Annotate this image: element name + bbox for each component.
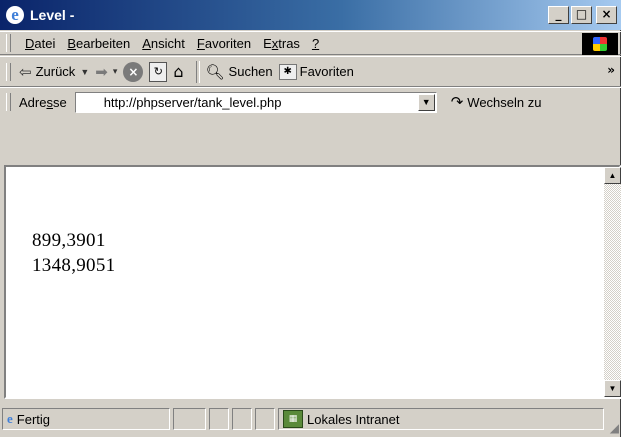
search-label: Suchen xyxy=(228,64,273,79)
address-label: Adresse xyxy=(19,94,67,110)
ie-page-icon: e xyxy=(7,411,13,426)
favorites-label: Favoriten xyxy=(299,64,354,79)
menu-grip[interactable] xyxy=(6,34,11,52)
level-value-1: 899,3901 xyxy=(32,230,106,251)
windows-logo-icon xyxy=(582,33,618,55)
menu-bearbeiten[interactable]: Bearbeiten xyxy=(61,36,136,51)
toolbar-separator xyxy=(195,60,200,83)
refresh-button[interactable]: ↻ xyxy=(149,61,168,82)
home-icon: ⌂ xyxy=(173,62,184,81)
vertical-scrollbar[interactable]: ▲ ▼ xyxy=(604,167,621,397)
stop-icon: × xyxy=(123,61,144,82)
minimize-button[interactable]: _ xyxy=(548,6,569,24)
status-cell-2 xyxy=(209,408,229,430)
go-label: Wechseln zu xyxy=(467,94,542,110)
stop-button[interactable]: × xyxy=(123,61,144,82)
menu-favoriten[interactable]: Favoriten xyxy=(191,36,257,51)
level-value-2: 1348,9051 xyxy=(32,255,116,276)
menu-ansicht[interactable]: Ansicht xyxy=(136,36,191,51)
address-dropdown-button[interactable]: ▼ xyxy=(417,93,435,111)
intranet-icon: ▦ xyxy=(283,410,303,428)
menu-help[interactable]: ? xyxy=(306,36,325,51)
scroll-up-button[interactable]: ▲ xyxy=(604,167,621,184)
status-cell-1 xyxy=(173,408,206,430)
back-dropdown-icon[interactable]: ▼ xyxy=(80,67,89,77)
page-content xyxy=(6,167,604,397)
search-icon: 🔍︎ xyxy=(205,62,225,81)
menu-bar: Datei Bearbeiten Ansicht Favoriten Extra… xyxy=(0,31,621,55)
toolbar-more-button[interactable]: » xyxy=(607,63,615,77)
back-arrow-icon: ⇦ xyxy=(19,63,32,81)
go-button[interactable]: ↷ Wechseln zu xyxy=(451,93,542,111)
forward-dropdown-icon[interactable]: ▾ xyxy=(113,66,118,77)
status-cell-3 xyxy=(232,408,252,430)
address-bar: Adresse http://phpserver/tank_level.php … xyxy=(0,87,621,116)
status-cell-4 xyxy=(255,408,275,430)
address-url[interactable]: http://phpserver/tank_level.php xyxy=(76,95,282,110)
home-button[interactable]: ⌂ xyxy=(173,62,183,81)
toolbar: ⇦ Zurück ▼ ➡ ▾ × ↻ ⌂ 🔍︎ Suchen ✱ Favorit… xyxy=(0,56,621,87)
window-title: Level - xyxy=(30,7,75,23)
favorites-icon: ✱ xyxy=(278,63,297,80)
toolbar-grip[interactable] xyxy=(6,62,11,81)
status-main: e Fertig xyxy=(2,408,170,430)
back-label: Zurück xyxy=(35,64,76,79)
window-controls: _ □ × xyxy=(548,6,617,24)
status-bar: e Fertig ▦ Lokales Intranet ◢ xyxy=(0,401,621,437)
scroll-down-button[interactable]: ▼ xyxy=(604,380,621,397)
page-text: 899,3901 1348,9051 xyxy=(32,228,115,278)
go-icon: ↷ xyxy=(450,93,464,111)
zone-label: Lokales Intranet xyxy=(307,411,400,427)
address-input[interactable]: http://phpserver/tank_level.php ▼ xyxy=(74,91,437,113)
status-zone: ▦ Lokales Intranet xyxy=(278,408,604,430)
ie-logo-icon: e xyxy=(6,6,24,24)
menu-datei[interactable]: Datei xyxy=(19,36,61,51)
favorites-button[interactable]: ✱ Favoriten xyxy=(278,63,354,80)
menu-extras[interactable]: Extras xyxy=(257,36,306,51)
close-button[interactable]: × xyxy=(596,6,617,24)
forward-arrow-icon: ➡ xyxy=(95,63,108,81)
status-text: Fertig xyxy=(16,411,51,427)
maximize-button[interactable]: □ xyxy=(571,6,592,24)
forward-button[interactable]: ➡ ▾ xyxy=(95,63,117,81)
search-button[interactable]: 🔍︎ Suchen xyxy=(206,63,273,81)
browser-window: e Level - _ □ × Datei Bearbeiten Ansicht… xyxy=(0,0,621,437)
resize-grip-icon[interactable]: ◢ xyxy=(610,421,619,435)
refresh-icon: ↻ xyxy=(149,61,168,82)
title-bar[interactable]: e Level - _ □ × xyxy=(0,0,621,30)
address-grip[interactable] xyxy=(6,93,11,111)
back-button[interactable]: ⇦ Zurück ▼ xyxy=(19,63,89,81)
